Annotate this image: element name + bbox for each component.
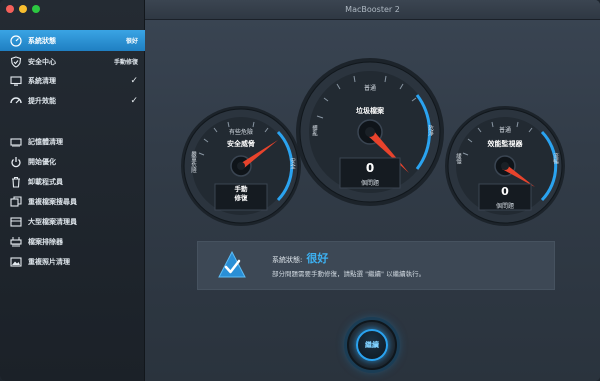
continue-button[interactable]: 繼續 <box>347 320 397 370</box>
issue-count: 0 <box>365 161 375 175</box>
status-value: 很好 <box>306 252 329 265</box>
shield-icon <box>9 55 22 68</box>
app-window: 系統狀態 很好 安全中心 手動修復 系統清理 ✓ 提升效能 ✓ 記憶體清理 開始… <box>0 0 600 381</box>
issue-unit: 個問題 <box>495 203 514 210</box>
continue-label[interactable]: 繼續 <box>356 329 388 361</box>
gauge-title: 效能監視器 <box>487 140 523 148</box>
main-panel: MacBooster 2 有些危險 安全威脅 嚴重危險 安全 手動 修復 普通 … <box>145 0 600 381</box>
gauge-icon <box>9 34 22 47</box>
trash-icon <box>9 175 22 188</box>
sidebar-item-duplicate-photo-cleaner[interactable]: 重複照片清理 <box>0 251 145 272</box>
power-icon <box>9 155 22 168</box>
gauge-status-line2: 修復 <box>234 194 248 202</box>
gauge-right-label: 乾淨 <box>427 125 433 136</box>
large-file-icon <box>9 215 22 228</box>
issue-unit: 個問題 <box>360 180 379 187</box>
check-icon: ✓ <box>130 95 138 106</box>
monitor-icon <box>9 74 22 87</box>
window-controls <box>6 5 40 13</box>
close-window-button[interactable] <box>6 5 14 13</box>
sidebar-item-large-file-cleaner[interactable]: 大型檔案清理員 <box>0 211 145 232</box>
sidebar-item-label: 卸載程式員 <box>28 177 63 186</box>
gauge-left-label: 嚴重危險 <box>190 151 196 173</box>
sidebar-item-label: 開始優化 <box>28 157 56 166</box>
zoom-window-button[interactable] <box>32 5 40 13</box>
gauge-right-label: 安全 <box>289 158 295 169</box>
minimize-window-button[interactable] <box>19 5 27 13</box>
gauge-top-label: 普通 <box>498 127 511 134</box>
sidebar-item-label: 提升效能 <box>28 96 56 105</box>
sidebar-item-label: 重複檔案搜尋員 <box>28 197 77 206</box>
sidebar-item-boost-performance[interactable]: 提升效能 ✓ <box>0 90 145 111</box>
duplicate-icon <box>9 195 22 208</box>
gauge-title: 垃圾檔案 <box>356 107 384 115</box>
sidebar-item-label: 大型檔案清理員 <box>28 217 77 226</box>
gauge-status-line1: 手動 <box>234 185 248 193</box>
gauge-left-label: 緩慢 <box>455 153 461 164</box>
sidebar-item-memory-cleanup[interactable]: 記憶體清理 <box>0 131 145 152</box>
sidebar-item-system-cleanup[interactable]: 系統清理 ✓ <box>0 70 145 91</box>
sidebar-item-label: 重複照片清理 <box>28 257 70 266</box>
sidebar: 系統狀態 很好 安全中心 手動修復 系統清理 ✓ 提升效能 ✓ 記憶體清理 開始… <box>0 0 145 381</box>
shredder-icon <box>9 235 22 248</box>
gauge-top-label: 普通 <box>363 85 376 92</box>
gauge-top-label: 有些危險 <box>228 129 253 136</box>
sidebar-item-label: 系統清理 <box>28 76 56 85</box>
sidebar-item-system-status[interactable]: 系統狀態 很好 <box>0 30 145 51</box>
sidebar-item-label: 系統狀態 <box>28 36 56 45</box>
sidebar-item-label: 安全中心 <box>28 57 56 66</box>
junk-files-gauge: 普通 垃圾檔案 髒亂 乾淨 0 個問題 <box>295 57 445 207</box>
gauge-left-label: 髒亂 <box>311 125 317 136</box>
sidebar-item-duplicate-finder[interactable]: 重複檔案搜尋員 <box>0 191 145 212</box>
sidebar-item-security-center[interactable]: 安全中心 手動修復 <box>0 51 145 72</box>
speedometer-icon <box>9 94 22 107</box>
status-label: 系統狀態: <box>272 256 303 264</box>
photo-icon <box>9 255 22 268</box>
sidebar-item-label: 檔案排除器 <box>28 237 63 246</box>
check-icon: ✓ <box>130 75 138 86</box>
gauge-title: 安全威脅 <box>227 140 255 148</box>
sidebar-item-uninstaller[interactable]: 卸載程式員 <box>0 171 145 192</box>
status-badge: 手動修復 <box>113 59 138 66</box>
sidebar-item-label: 記憶體清理 <box>28 137 63 146</box>
status-badge: 很好 <box>125 38 138 45</box>
status-message: 部分問題需要手動修復，請點選 "繼續" 以繼續執行。 <box>272 270 426 278</box>
gauge-right-label: 流暢 <box>552 153 558 164</box>
security-threat-gauge: 有些危險 安全威脅 嚴重危險 安全 手動 修復 <box>180 105 302 227</box>
performance-monitor-gauge: 普通 效能監視器 緩慢 流暢 0 個問題 <box>444 105 566 227</box>
issue-count: 0 <box>501 185 509 198</box>
shield-check-icon <box>218 250 246 280</box>
memory-icon <box>9 135 22 148</box>
system-status-panel: 系統狀態: 很好 部分問題需要手動修復，請點選 "繼續" 以繼續執行。 <box>197 241 555 290</box>
sidebar-item-file-shredder[interactable]: 檔案排除器 <box>0 231 145 252</box>
window-title: MacBooster 2 <box>145 0 600 20</box>
sidebar-item-startup-optimization[interactable]: 開始優化 <box>0 151 145 172</box>
